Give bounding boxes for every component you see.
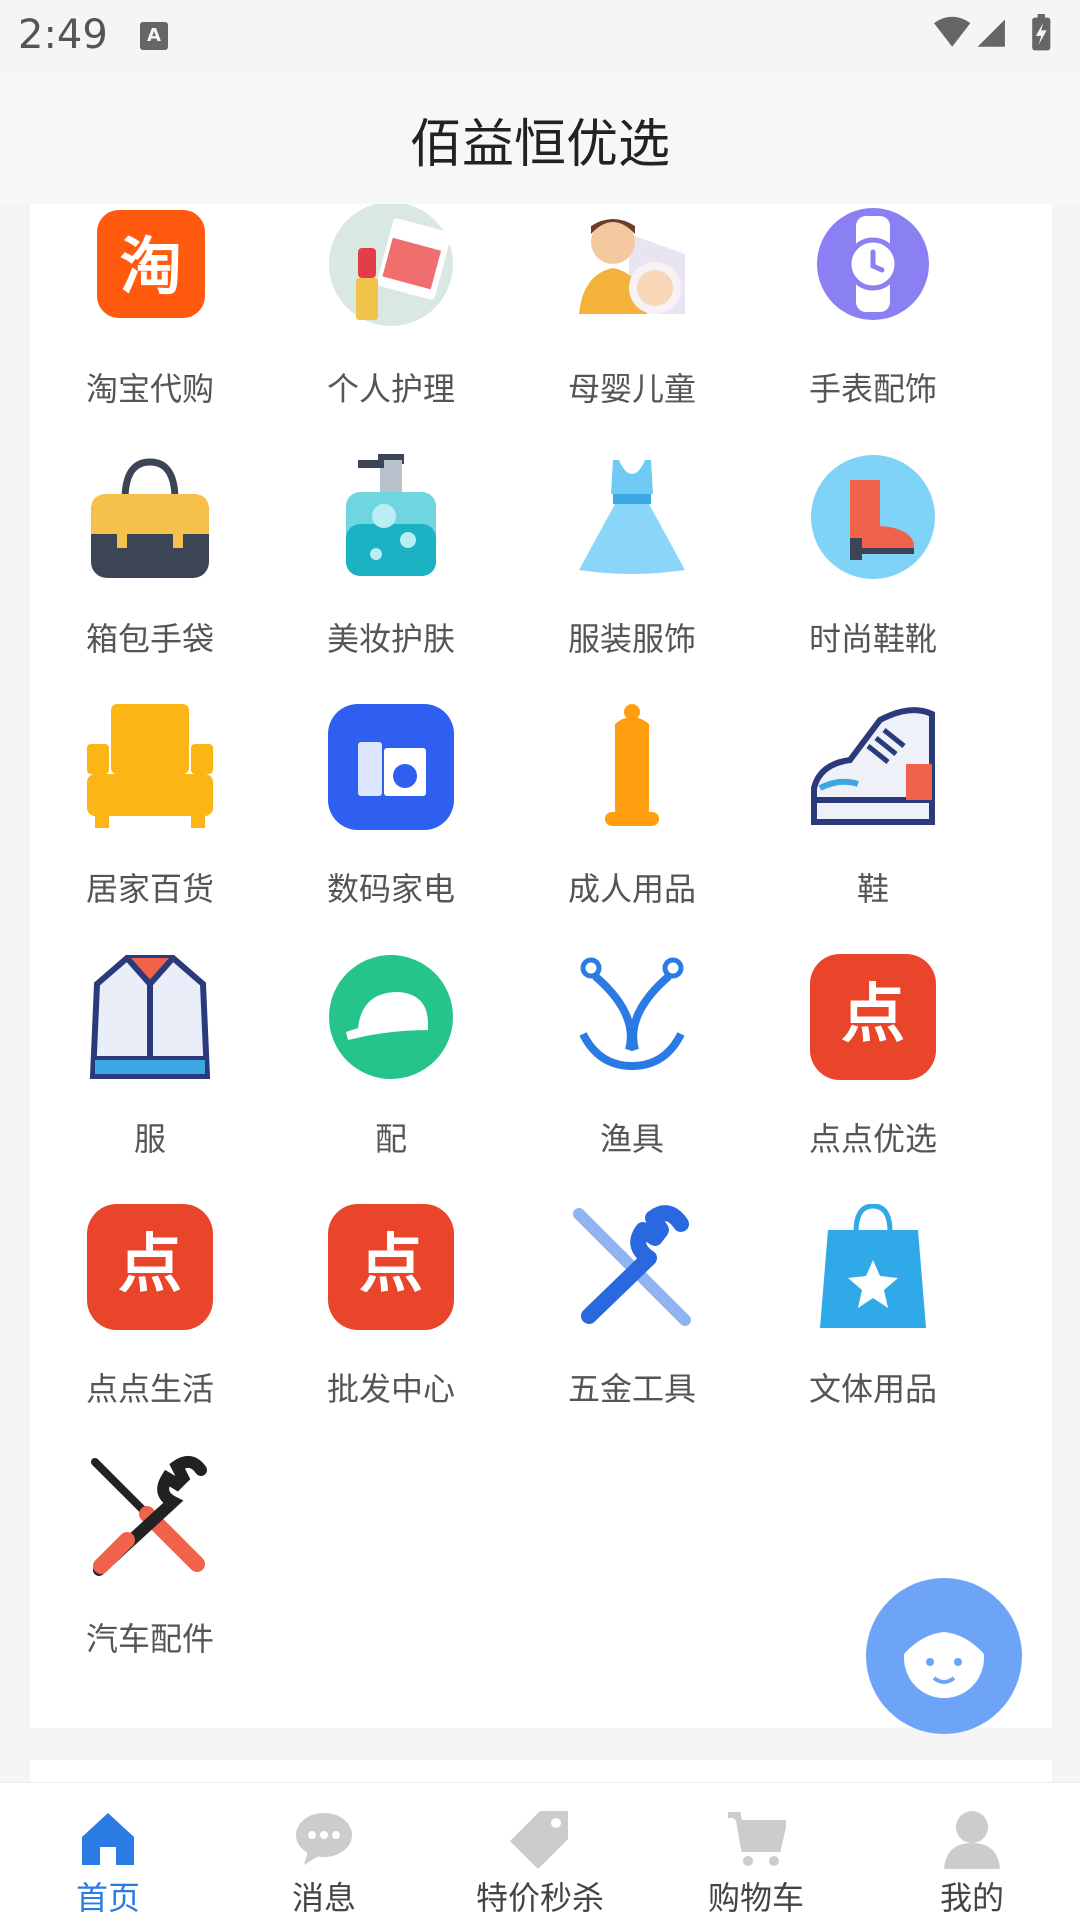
tab-label: 购物车 (707, 1879, 804, 1917)
shopping-bag-star-icon (820, 1204, 926, 1328)
handbag-icon (91, 458, 209, 578)
car-tools-icon (91, 1455, 207, 1576)
category-label: 美妆护肤 (326, 620, 455, 658)
tab-label: 消息 (291, 1879, 356, 1917)
svg-text:点: 点 (359, 1228, 423, 1302)
category-item[interactable]: 点 点点优选 (753, 954, 993, 1204)
lipstick-icon (329, 204, 453, 326)
category-label: 服装服饰 (567, 620, 696, 658)
category-label: 个人护理 (326, 370, 455, 408)
category-item[interactable]: 个人护理 (271, 204, 511, 454)
category-item[interactable]: 渔具 (512, 954, 752, 1204)
customer-service-icon (904, 1612, 984, 1698)
bottom-tab-bar: 首页 消息 特价秒杀 购物车 我的 (0, 1782, 1080, 1920)
tab-messages[interactable]: 消息 (216, 1783, 432, 1920)
category-item[interactable]: 居家百货 (30, 704, 270, 954)
category-label: 点点生活 (85, 1370, 214, 1408)
status-bar: 2:49 A (0, 0, 1080, 72)
signal-icon (977, 19, 1005, 47)
fishing-hook-icon (579, 957, 685, 1071)
tab-home[interactable]: 首页 (0, 1783, 216, 1920)
category-item[interactable]: 淘 淘宝代购 (30, 204, 270, 454)
category-label: 时尚鞋靴 (808, 620, 937, 658)
category-item[interactable]: 箱包手袋 (30, 454, 270, 704)
category-label: 成人用品 (567, 870, 696, 908)
user-icon (944, 1811, 1000, 1869)
dian-logo-icon: 点 (810, 954, 936, 1080)
category-item[interactable]: 鞋 (753, 704, 993, 954)
tab-label: 我的 (939, 1879, 1004, 1917)
category-card: 淘 淘宝代购 个人护理 母婴儿童 手表配饰 箱包手袋 美妆护肤 服装服饰 时尚鞋… (30, 204, 1052, 1728)
category-item[interactable]: 母婴儿童 (512, 204, 752, 454)
chat-bubble-icon (296, 1813, 352, 1865)
cap-icon (329, 955, 453, 1079)
app-header: 佰益恒优选 (0, 72, 1080, 204)
adult-product-icon (605, 704, 659, 826)
category-label: 汽车配件 (85, 1620, 214, 1658)
category-item[interactable]: 手表配饰 (753, 204, 993, 454)
lotion-bottle-icon (346, 454, 436, 576)
category-item[interactable]: 服装服饰 (512, 454, 752, 704)
category-label: 母婴儿童 (567, 370, 696, 408)
category-item[interactable]: 时尚鞋靴 (753, 454, 993, 704)
category-item[interactable]: 美妆护肤 (271, 454, 511, 704)
category-item[interactable]: 点 批发中心 (271, 1204, 511, 1454)
category-label: 数码家电 (326, 870, 455, 908)
customer-service-button[interactable] (866, 1578, 1022, 1734)
watch-icon (817, 208, 929, 320)
dian-logo-icon: 点 (328, 1204, 454, 1330)
category-item[interactable]: 文体用品 (753, 1204, 993, 1454)
tab-label: 首页 (75, 1879, 140, 1917)
tab-cart[interactable]: 购物车 (648, 1783, 864, 1920)
category-label: 点点优选 (808, 1120, 937, 1158)
category-label: 居家百货 (85, 870, 214, 908)
category-item[interactable]: 配 (271, 954, 511, 1204)
wrench-screwdriver-icon (573, 1205, 691, 1326)
category-item[interactable]: 五金工具 (512, 1204, 752, 1454)
category-label: 批发中心 (326, 1370, 455, 1408)
category-item[interactable]: 成人用品 (512, 704, 752, 954)
sofa-icon (87, 704, 213, 828)
page-title: 佰益恒优选 (409, 115, 670, 175)
category-item[interactable]: 服 (30, 954, 270, 1204)
status-icons (934, 14, 1051, 51)
tab-flash-sale[interactable]: 特价秒杀 (432, 1783, 648, 1920)
taobao-icon: 淘 (97, 210, 205, 318)
mother-baby-icon (579, 219, 685, 314)
dian-logo-icon: 点 (87, 1204, 213, 1330)
price-tag-icon (510, 1811, 568, 1869)
wifi-icon (934, 16, 971, 47)
battery-icon (1032, 14, 1051, 51)
svg-text:淘: 淘 (120, 230, 182, 303)
tab-label: 特价秒杀 (475, 1879, 604, 1917)
category-label: 手表配饰 (808, 370, 937, 408)
category-item[interactable]: 点 点点生活 (30, 1204, 270, 1454)
svg-text:点: 点 (841, 978, 905, 1052)
category-item[interactable]: 数码家电 (271, 704, 511, 954)
category-label: 渔具 (599, 1120, 664, 1158)
boot-icon (811, 455, 935, 579)
jacket-icon (89, 955, 211, 1079)
tab-profile[interactable]: 我的 (864, 1783, 1080, 1920)
appliance-icon (328, 704, 454, 830)
category-label: 服 (133, 1120, 166, 1158)
dress-icon (579, 460, 685, 574)
category-label: 箱包手袋 (85, 620, 214, 658)
category-label: 鞋 (856, 870, 889, 908)
category-item[interactable]: 汽车配件 (30, 1454, 270, 1704)
sneaker-icon (811, 707, 935, 825)
category-label: 文体用品 (808, 1370, 937, 1408)
category-label: 五金工具 (567, 1370, 696, 1408)
keyboard-notification-icon: A (140, 22, 168, 50)
category-label: 淘宝代购 (85, 370, 214, 408)
category-label: 配 (374, 1120, 407, 1158)
cart-icon (728, 1812, 786, 1866)
home-icon (82, 1813, 134, 1865)
status-time: 2:49 (18, 12, 108, 58)
svg-text:点: 点 (118, 1228, 182, 1302)
